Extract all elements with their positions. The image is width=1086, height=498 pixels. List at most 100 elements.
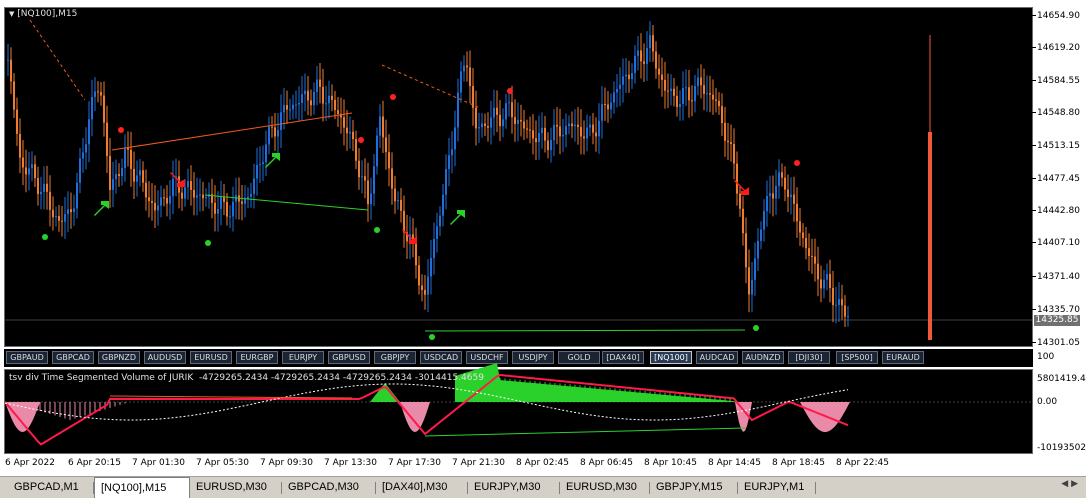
candle-body [673, 88, 675, 96]
candle-body [7, 59, 9, 61]
candle-body [268, 126, 270, 145]
candle-body [832, 287, 834, 306]
candle-body [34, 164, 36, 179]
candle-body [688, 87, 690, 101]
candle-body [52, 209, 54, 218]
chart-tab[interactable]: EURUSD,M30 [560, 479, 650, 496]
time-axis-label: 8 Apr 18:45 [772, 458, 825, 468]
chart-tab[interactable]: [NQ100],M15 [94, 477, 190, 498]
signal-dot-red [390, 94, 396, 100]
indicator-scale-max: 5801419.46 [1037, 374, 1086, 384]
candle-body [652, 35, 654, 52]
candle-body [49, 191, 51, 210]
candle-body [79, 158, 81, 183]
candle-body [202, 194, 204, 199]
candle-body [631, 72, 633, 80]
time-axis-label: 7 Apr 21:30 [452, 458, 505, 468]
candle-body [796, 203, 798, 222]
time-axis-label: 8 Apr 14:45 [708, 458, 761, 468]
candle-body [823, 279, 825, 289]
candle-body [148, 197, 150, 202]
candle-body [415, 240, 417, 266]
candle-body [838, 299, 840, 305]
candle-body [532, 130, 534, 139]
candle-body [223, 197, 225, 203]
candle-body [151, 201, 153, 203]
candle-body [127, 147, 129, 150]
candle-body [691, 100, 693, 102]
scroll-right-icon[interactable]: ▶ [1071, 479, 1078, 489]
candle-body [439, 215, 441, 227]
candle-body [799, 221, 801, 233]
candle-body [427, 276, 429, 295]
time-axis-label: 8 Apr 06:45 [580, 458, 633, 468]
candle-body [844, 305, 846, 317]
candle-body [376, 135, 378, 167]
candle-body [265, 144, 267, 163]
candle-body [274, 127, 276, 137]
candle-body [97, 91, 99, 93]
chart-tab[interactable]: EURJPY,M1 [738, 479, 816, 496]
signal-dot-green [374, 227, 380, 233]
chart-tab[interactable]: GBPCAD,M1 [8, 479, 94, 496]
chart-tab[interactable]: [DAX40],M30 [376, 479, 468, 496]
candle-body [475, 107, 477, 129]
histogram-negative [400, 402, 430, 432]
candle-body [664, 79, 666, 91]
candle-body [31, 164, 33, 169]
candle-body [721, 106, 723, 124]
chart-tab[interactable]: EURJPY,M30 [468, 479, 560, 496]
candle-body [433, 238, 435, 258]
candle-body [754, 258, 756, 280]
candle-body [460, 71, 462, 93]
candle-body [604, 103, 606, 105]
buy-arrow-icon [94, 201, 109, 216]
time-axis-label: 8 Apr 02:45 [516, 458, 569, 468]
candle-body [40, 191, 42, 195]
candle-body [751, 279, 753, 295]
indicator-divergence-line [109, 395, 353, 399]
candle-body [679, 104, 681, 108]
candle-body [343, 117, 345, 128]
candle-body [16, 109, 18, 134]
candle-body [559, 126, 561, 137]
divergence-line-bull [424, 329, 746, 332]
candle-body [658, 68, 660, 75]
candle-body [304, 90, 306, 95]
candle-body [445, 169, 447, 195]
candle-body [613, 92, 615, 103]
candle-body [28, 168, 30, 175]
candle-body [715, 99, 717, 101]
candle-body [502, 119, 504, 127]
candle-body [646, 48, 648, 64]
candle-body [718, 100, 720, 107]
candle-body [136, 175, 138, 182]
candle-body [73, 208, 75, 213]
dropdown-icon[interactable]: ▼ [9, 10, 14, 18]
candle-body [451, 149, 453, 156]
candle-body [727, 140, 729, 143]
candle-body [628, 74, 630, 80]
candle-body [778, 172, 780, 186]
candle-body [805, 238, 807, 249]
chart-tab[interactable]: GBPCAD,M30 [282, 479, 376, 496]
candle-body [46, 183, 48, 192]
signal-dot-green [205, 240, 211, 246]
scroll-left-icon[interactable]: ◀ [1061, 479, 1068, 489]
candle-body [133, 168, 135, 182]
candle-body [760, 229, 762, 241]
candle-body [580, 126, 582, 137]
candle-body [550, 140, 552, 151]
candle-body [226, 202, 228, 217]
candle-body [667, 90, 669, 92]
candle-body [118, 174, 120, 177]
candle-body [169, 196, 171, 204]
candle-body [766, 195, 768, 212]
candle-body [313, 91, 315, 106]
candle-body [217, 209, 219, 214]
chart-tab[interactable]: GBPJPY,M15 [650, 479, 738, 496]
tab-scroll-arrows[interactable]: ◀ ▶ [1061, 479, 1078, 489]
chart-tab[interactable]: EURUSD,M30 [190, 479, 282, 496]
signal-dot-red [358, 137, 364, 143]
candle-body [310, 100, 312, 106]
